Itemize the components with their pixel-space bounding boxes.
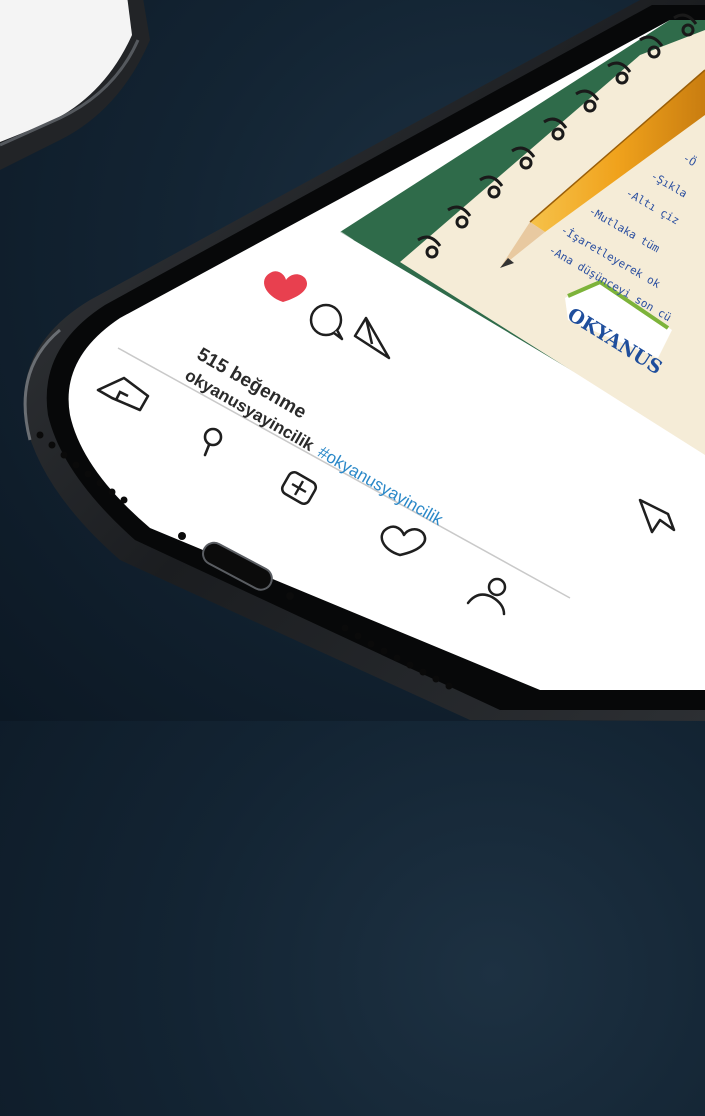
caption-hashtag[interactable]: #okyanusyayincilik <box>315 442 446 529</box>
post-caption: okyanusyayincilik#okyanusyayincilik <box>181 366 446 530</box>
